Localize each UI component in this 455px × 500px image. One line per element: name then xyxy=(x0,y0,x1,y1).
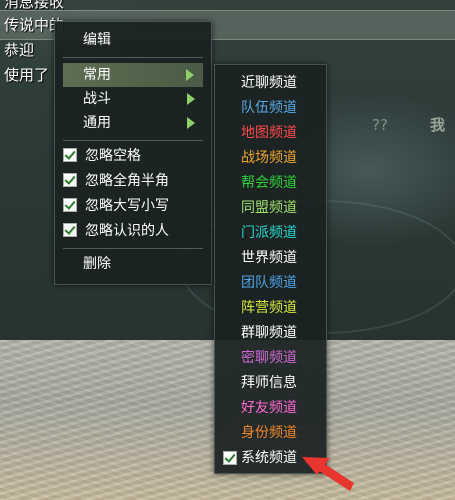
annotation-arrow-icon xyxy=(302,457,354,491)
